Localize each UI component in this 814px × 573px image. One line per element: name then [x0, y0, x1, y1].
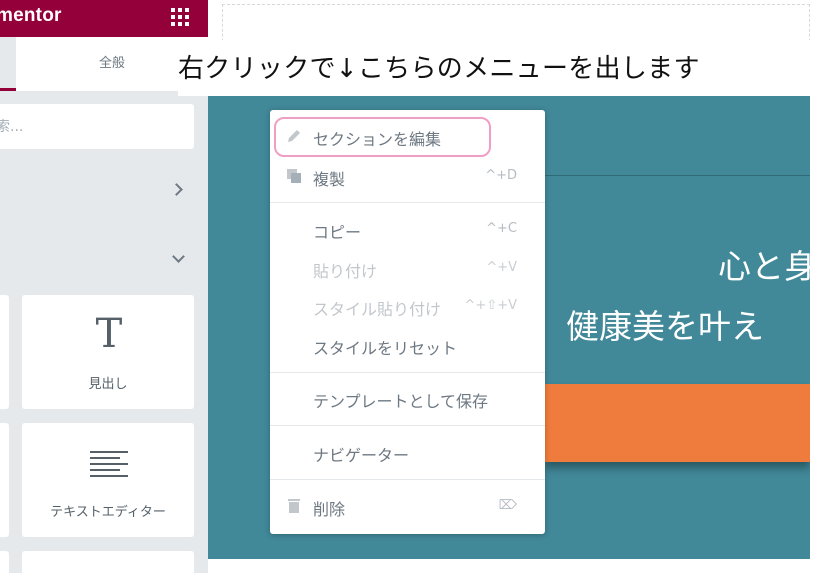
panel-tabs: 全般: [0, 37, 208, 91]
hero-text-area: 心と身 健康美を叶え: [544, 200, 810, 360]
widget-search-input[interactable]: 索...: [0, 104, 194, 149]
menu-item-label: 複製: [313, 170, 346, 189]
menu-separator: [270, 372, 545, 373]
menu-item-label: コピー: [313, 223, 362, 242]
section-divider: [544, 175, 810, 176]
hero-heading-line1: 心と身: [718, 247, 810, 286]
annotation-caption: 右クリックで↓こちらのメニューを出します: [178, 54, 700, 84]
widget-tile-partial[interactable]: [0, 423, 9, 537]
menu-item-shortcut: ^+V: [486, 260, 517, 275]
widget-heading[interactable]: T 見出し: [22, 295, 194, 409]
widget-tile-partial[interactable]: [0, 295, 9, 409]
annotation-highlight: [274, 117, 491, 157]
chevron-down-icon[interactable]: [172, 250, 185, 263]
tab-elements[interactable]: [0, 37, 16, 91]
cta-button[interactable]: [544, 384, 810, 462]
widget-tile[interactable]: [22, 551, 194, 573]
hero-heading-line2: 健康美を叶え: [566, 307, 764, 346]
menu-item-label: スタイルをリセット: [313, 339, 458, 358]
menu-item-shortcut: ^+C: [486, 221, 517, 236]
menu-item-label: 貼り付け: [313, 262, 378, 281]
tab-general-label: 全般: [98, 56, 125, 71]
brand-logo: mentor: [0, 5, 62, 26]
trash-icon: [288, 499, 300, 513]
apps-grid-icon[interactable]: [171, 8, 189, 26]
search-placeholder: 索...: [0, 119, 24, 135]
menu-item-copy[interactable]: コピー ^+C: [270, 211, 545, 247]
menu-item-shortcut: ^+D: [485, 168, 517, 183]
delete-key-icon: ⌦: [498, 498, 517, 513]
menu-item-paste: 貼り付け ^+V: [270, 250, 545, 286]
menu-item-save-template[interactable]: テンプレートとして保存: [270, 380, 545, 416]
menu-separator: [270, 425, 545, 426]
menu-item-label: テンプレートとして保存: [313, 392, 489, 411]
heading-icon: T: [95, 311, 123, 357]
context-menu: セクションを編集 複製 ^+D コピー ^+C 貼り付け ^+V スタイル貼り付…: [270, 110, 545, 534]
menu-item-navigator[interactable]: ナビゲーター: [270, 434, 545, 470]
chevron-right-icon[interactable]: [170, 183, 183, 196]
menu-separator: [270, 479, 545, 480]
menu-item-paste-style: スタイル貼り付け ^+⇧+V: [270, 288, 545, 324]
menu-item-duplicate[interactable]: 複製 ^+D: [270, 158, 545, 194]
editor-panel: mentor 全般 索... T 見出し テキストエディター: [0, 0, 208, 573]
menu-item-shortcut: ^+⇧+V: [464, 298, 517, 313]
menu-item-label: 削除: [313, 500, 346, 519]
menu-item-reset-style[interactable]: スタイルをリセット: [270, 327, 545, 363]
widget-label: テキストエディター: [50, 505, 166, 520]
duplicate-icon: [287, 169, 301, 183]
widget-tile-partial[interactable]: [0, 551, 9, 573]
panel-header: mentor: [0, 0, 208, 37]
text-editor-icon: [90, 451, 128, 481]
menu-item-delete[interactable]: 削除 ⌦: [270, 488, 545, 524]
menu-item-label: ナビゲーター: [313, 446, 410, 465]
menu-item-label: スタイル貼り付け: [313, 300, 442, 319]
menu-separator: [270, 202, 545, 203]
widget-label: 見出し: [88, 377, 128, 392]
widget-text-editor[interactable]: テキストエディター: [22, 423, 194, 537]
